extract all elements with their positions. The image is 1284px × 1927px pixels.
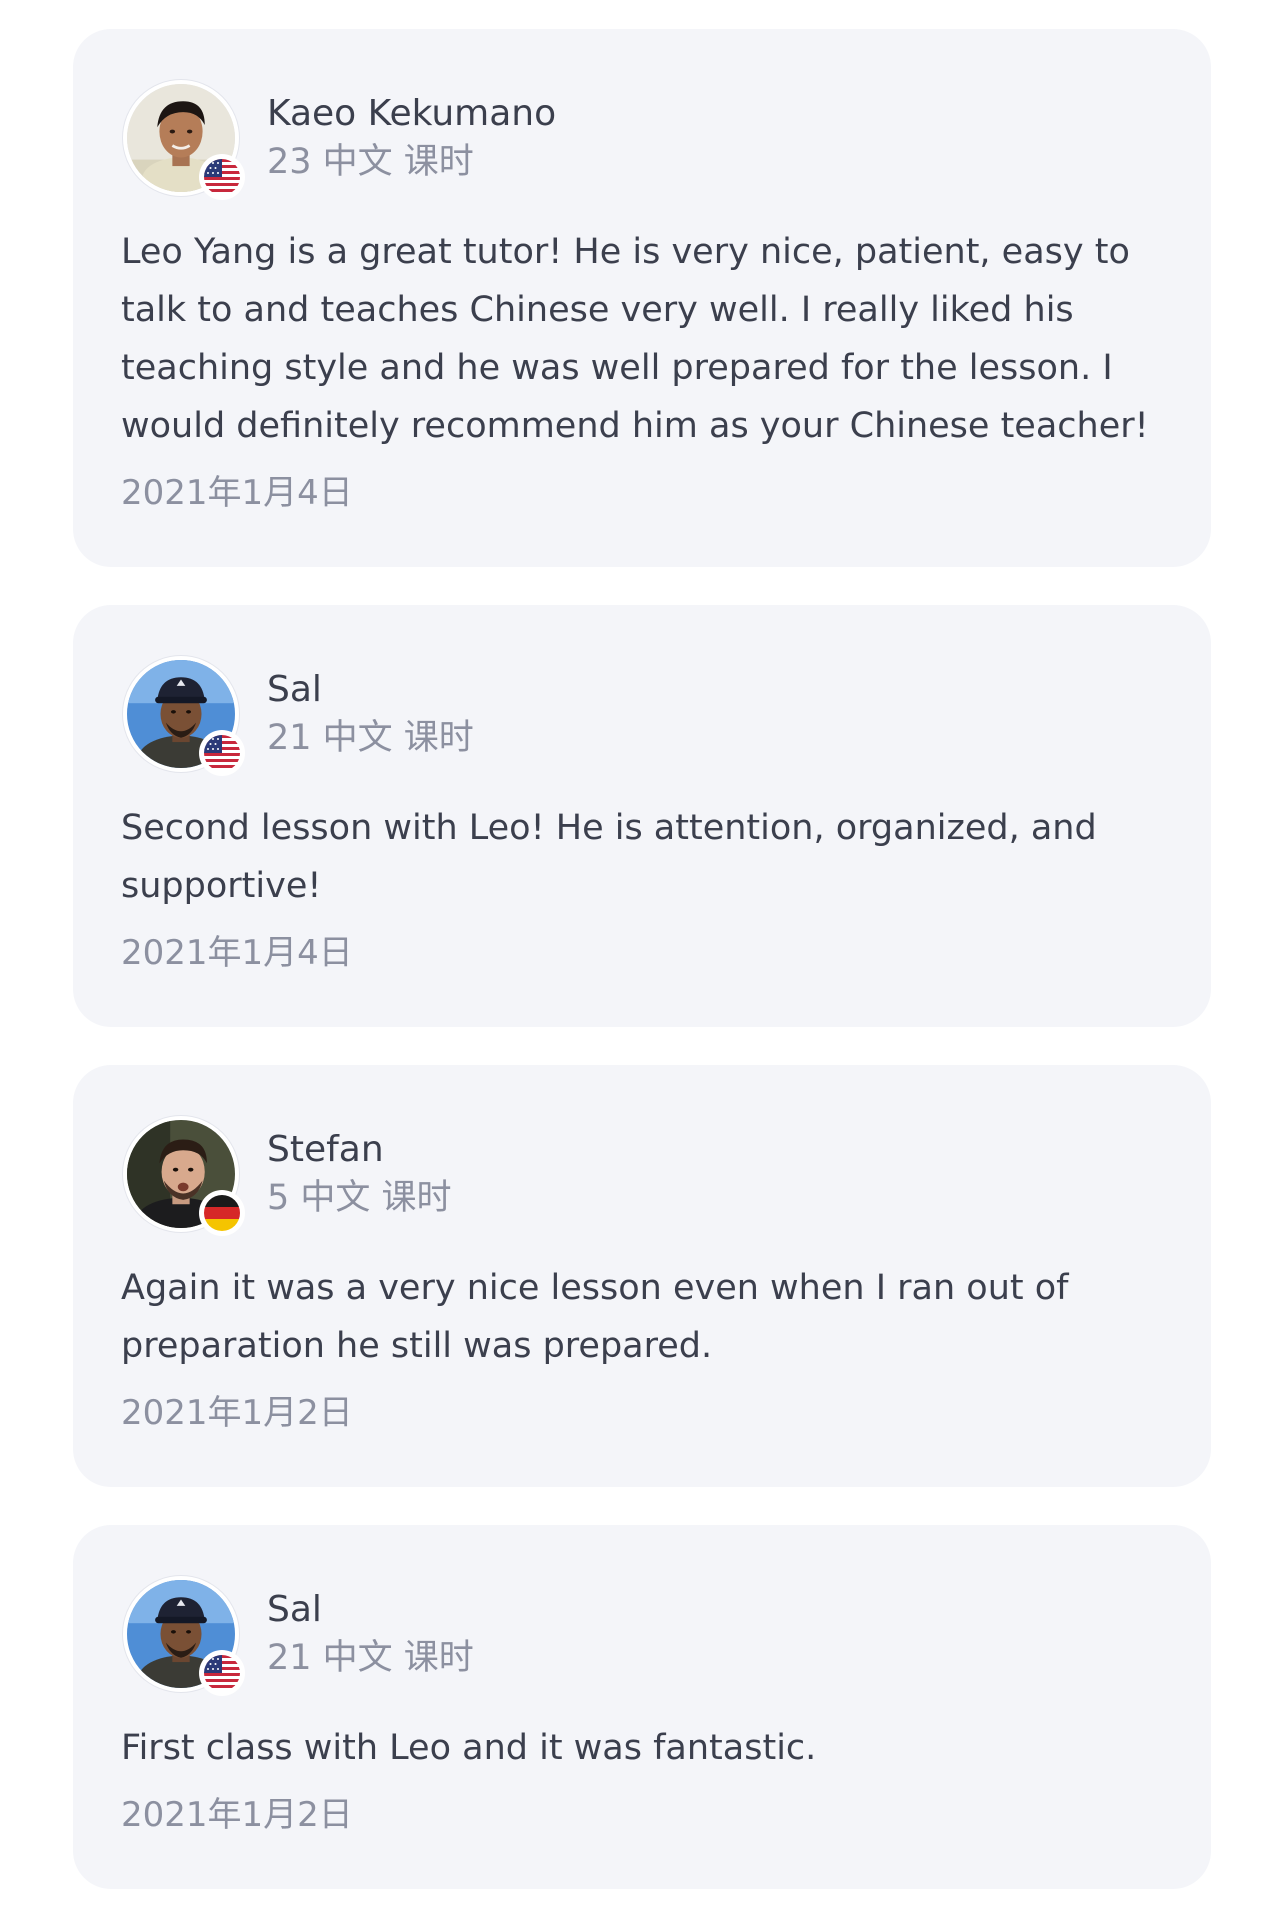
review-card: Sal 21 中文 课时 First class with Leo and it…	[73, 1525, 1211, 1889]
reviewer-info: Sal 21 中文 课时	[267, 666, 474, 762]
review-header: Stefan 5 中文 课时	[121, 1115, 1159, 1236]
review-date: 2021年1月4日	[121, 473, 353, 513]
review-date: 2021年1月4日	[121, 933, 353, 973]
review-header: Sal 21 中文 课时	[121, 655, 1159, 776]
review-text: Second lesson with Leo! He is attention,…	[121, 808, 1097, 906]
reviewer-avatar[interactable]	[123, 80, 245, 200]
us-flag-icon	[199, 730, 245, 776]
review-header: Kaeo Kekumano 23 中文 课时	[121, 79, 1159, 200]
reviews-list: Kaeo Kekumano 23 中文 课时 Leo Yang is a gre…	[73, 29, 1211, 1927]
reviewer-name[interactable]: Stefan	[267, 1126, 452, 1174]
reviewer-lesson-count: 23 中文 课时	[267, 142, 474, 182]
review-card: Sal 21 中文 课时 Second lesson with Leo! He …	[73, 605, 1211, 1027]
review-date: 2021年1月2日	[121, 1795, 353, 1835]
reviewer-info: Kaeo Kekumano 23 中文 课时	[267, 90, 556, 186]
review-card: Stefan 5 中文 课时 Again it was a very nice …	[73, 1065, 1211, 1487]
review-date: 2021年1月2日	[121, 1393, 353, 1433]
reviewer-info: Sal 21 中文 课时	[267, 1586, 474, 1682]
reviewer-name[interactable]: Kaeo Kekumano	[267, 90, 556, 138]
reviewer-name[interactable]: Sal	[267, 1586, 474, 1634]
review-text: First class with Leo and it was fantasti…	[121, 1728, 817, 1768]
reviewer-avatar[interactable]	[123, 1576, 245, 1696]
us-flag-icon	[199, 154, 245, 200]
reviewer-lesson-count: 5 中文 课时	[267, 1178, 452, 1218]
reviewer-avatar[interactable]	[123, 1116, 245, 1236]
review-text: Leo Yang is a great tutor! He is very ni…	[121, 232, 1149, 446]
review-card: Kaeo Kekumano 23 中文 课时 Leo Yang is a gre…	[73, 29, 1211, 567]
reviewer-name[interactable]: Sal	[267, 666, 474, 714]
germany-flag-icon	[199, 1190, 245, 1236]
reviewer-avatar[interactable]	[123, 656, 245, 776]
us-flag-icon	[199, 1650, 245, 1696]
review-text: Again it was a very nice lesson even whe…	[121, 1268, 1069, 1366]
reviewer-info: Stefan 5 中文 课时	[267, 1126, 452, 1222]
reviewer-lesson-count: 21 中文 课时	[267, 718, 474, 758]
review-header: Sal 21 中文 课时	[121, 1575, 1159, 1696]
reviewer-lesson-count: 21 中文 课时	[267, 1638, 474, 1678]
